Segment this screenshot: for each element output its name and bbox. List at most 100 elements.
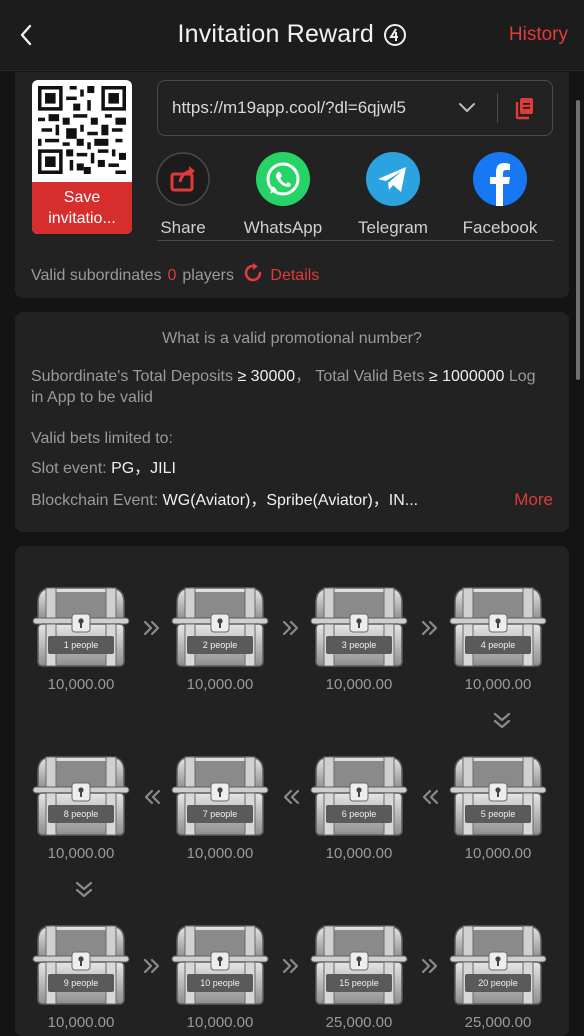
reward-chest[interactable]: 20 people 25,000.00: [446, 922, 550, 1031]
reward-chest[interactable]: 6 people 10,000.00: [307, 753, 411, 862]
chest-icon: 2 people: [171, 587, 269, 667]
qr-code[interactable]: Save invitatio...: [32, 80, 132, 234]
whatsapp-icon: [256, 152, 310, 206]
scrollbar[interactable]: [576, 100, 580, 380]
chest-people-label: 15 people: [339, 978, 379, 988]
chest-people-label: 6 people: [342, 809, 377, 819]
chest-icon: 20 people: [449, 925, 547, 1005]
chest-icon: 3 people: [310, 587, 408, 667]
share-button[interactable]: Share: [133, 152, 233, 238]
deposit-label: Subordinate's Total Deposits: [31, 368, 233, 385]
chest-icon: 15 people: [310, 925, 408, 1005]
chest-people-label: 4 people: [481, 640, 516, 650]
details-link[interactable]: Details: [270, 267, 319, 284]
double-chevron-down-icon: [75, 881, 93, 898]
reward-chest[interactable]: 2 people 10,000.00: [168, 584, 272, 693]
rules-title: What is a valid promotional number?: [162, 330, 422, 347]
reward-chest[interactable]: 3 people 10,000.00: [307, 584, 411, 693]
chest-reward-amount: 10,000.00: [47, 1014, 115, 1031]
invite-card: Save invitatio... https://m19app.cool/?d…: [15, 72, 569, 298]
chest-people-label: 2 people: [203, 640, 238, 650]
chest-reward-amount: 10,000.00: [47, 845, 115, 862]
invite-link-field[interactable]: https://m19app.cool/?dl=6qjwl5: [157, 80, 553, 136]
reward-chest[interactable]: 8 people 10,000.00: [29, 753, 133, 862]
invite-link-text: https://m19app.cool/?dl=6qjwl5: [172, 98, 406, 117]
double-chevron-left-icon: [283, 789, 300, 805]
chest-reward-amount: 10,000.00: [464, 845, 532, 862]
chain-value: WG(Aviator)，Spribe(Aviator)，IN...: [162, 492, 419, 509]
chest-reward-amount: 10,000.00: [464, 676, 532, 693]
share-icon: [156, 152, 210, 206]
bets-value: ≥ 1000000: [428, 368, 505, 385]
reward-chest[interactable]: 4 people 10,000.00: [446, 584, 550, 693]
chest-reward-amount: 25,000.00: [464, 1014, 532, 1031]
reward-chest[interactable]: 7 people 10,000.00: [168, 753, 272, 862]
chest-reward-amount: 25,000.00: [325, 1014, 393, 1031]
chest-icon: 10 people: [171, 925, 269, 1005]
chest-people-label: 3 people: [342, 640, 377, 650]
deposit-value: ≥ 30000: [237, 368, 296, 385]
valid-label: Valid subordinates: [31, 267, 162, 284]
chest-icon: 9 people: [32, 925, 130, 1005]
chest-people-label: 20 people: [478, 978, 518, 988]
history-link[interactable]: History: [509, 24, 568, 46]
facebook-label: Facebook: [462, 218, 538, 237]
reward-chest[interactable]: 10 people 10,000.00: [168, 922, 272, 1031]
save-label-line2: invitatio...: [48, 210, 116, 227]
double-chevron-right-icon: [421, 620, 438, 636]
whatsapp-button[interactable]: WhatsApp: [233, 152, 333, 238]
chest-icon: 6 people: [310, 756, 408, 836]
reward-chest[interactable]: 1 people 10,000.00: [29, 584, 133, 693]
double-chevron-right-icon: [421, 958, 438, 974]
double-chevron-left-icon: [422, 789, 439, 805]
limited-label: Valid bets limited to:: [31, 430, 173, 447]
chest-reward-amount: 10,000.00: [47, 676, 115, 693]
chest-people-label: 5 people: [481, 809, 516, 819]
page-title: Invitation Reward: [177, 20, 375, 48]
save-invitation-button[interactable]: Save invitatio...: [32, 182, 132, 234]
valid-unit: players: [182, 267, 234, 284]
help-circle-icon[interactable]: [383, 23, 407, 47]
share-divider: [157, 240, 553, 241]
blockchain-event-line: Blockchain Event: WG(Aviator)，Spribe(Avi…: [31, 490, 501, 511]
chest-reward-amount: 10,000.00: [186, 845, 254, 862]
valid-subordinates-line: Valid subordinates 0 players Details: [31, 262, 319, 285]
bets-label: Total Valid Bets: [315, 368, 425, 385]
chest-icon: 8 people: [32, 756, 130, 836]
reward-chest[interactable]: 15 people 25,000.00: [307, 922, 411, 1031]
rules-requirements: Subordinate's Total Deposits ≥ 30000， To…: [31, 368, 536, 406]
double-chevron-right-icon: [143, 620, 160, 636]
whatsapp-label: WhatsApp: [243, 218, 323, 237]
chest-people-label: 8 people: [64, 809, 99, 819]
share-label: Share: [160, 218, 206, 237]
chest-people-label: 7 people: [203, 809, 238, 819]
chain-label: Blockchain Event:: [31, 492, 159, 509]
double-chevron-right-icon: [282, 620, 299, 636]
valid-count: 0: [167, 267, 177, 284]
chest-reward-amount: 10,000.00: [325, 845, 393, 862]
slot-value: PG，JILI: [111, 460, 176, 477]
chest-reward-amount: 10,000.00: [325, 676, 393, 693]
reward-chests-card: 1 people 10,000.00 2 people 10,000.00 3 peop…: [15, 546, 569, 1036]
chest-reward-amount: 10,000.00: [186, 676, 254, 693]
facebook-icon: [473, 152, 527, 206]
title-wrap: Invitation Reward: [0, 20, 584, 49]
chest-icon: 1 people: [32, 587, 130, 667]
reward-chest[interactable]: 9 people 10,000.00: [29, 922, 133, 1031]
slot-label: Slot event:: [31, 460, 107, 477]
copy-icon[interactable]: [514, 96, 536, 120]
double-chevron-down-icon: [493, 712, 511, 729]
chest-icon: 4 people: [449, 587, 547, 667]
chest-people-label: 9 people: [64, 978, 99, 988]
save-label-line1: Save: [63, 189, 101, 206]
more-link[interactable]: More: [514, 490, 553, 510]
chevron-down-icon[interactable]: [458, 101, 476, 115]
reward-chest[interactable]: 5 people 10,000.00: [446, 753, 550, 862]
double-chevron-left-icon: [144, 789, 161, 805]
facebook-button[interactable]: Facebook: [450, 152, 550, 238]
telegram-button[interactable]: Telegram: [343, 152, 443, 238]
telegram-label: Telegram: [358, 218, 428, 237]
double-chevron-right-icon: [282, 958, 299, 974]
slot-event-line: Slot event: PG，JILI: [31, 458, 551, 479]
refresh-icon[interactable]: [242, 262, 264, 284]
